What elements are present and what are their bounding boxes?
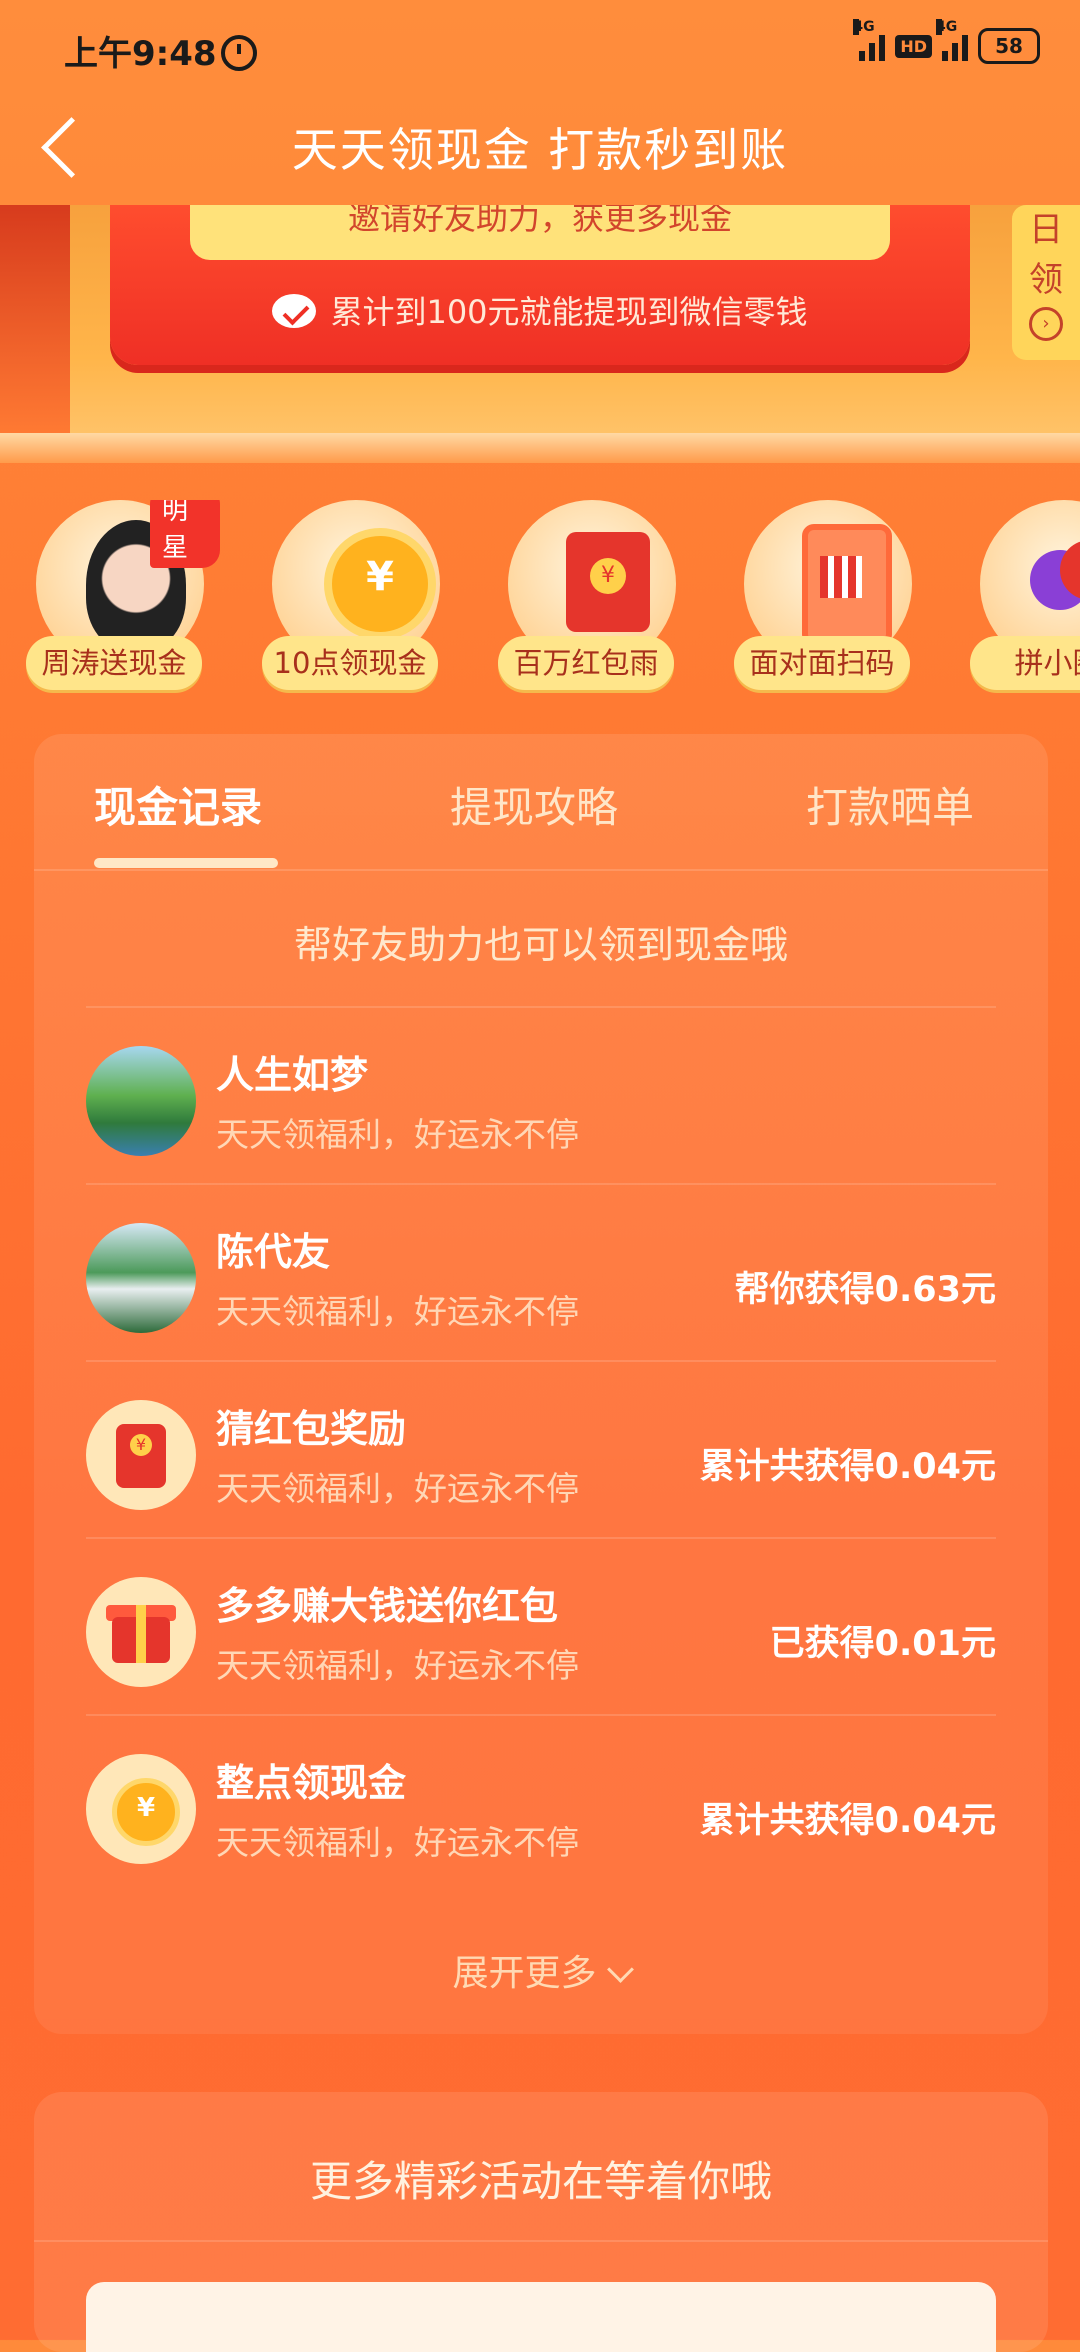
active-tab-indicator	[94, 858, 278, 868]
help-friends-hint: 帮好友助力也可以领到现金哦	[293, 923, 788, 967]
shortcut-face-to-face-scan[interactable]: 面对面扫码	[728, 500, 928, 700]
tab-cash-records[interactable]: 现金记录	[94, 774, 262, 835]
list-item[interactable]: 猜红包奖励 天天领福利，好运永不停 累计共获得0.04元	[86, 1360, 996, 1537]
hd-badge: HD	[895, 34, 932, 58]
network-label-1: 4G	[853, 19, 875, 35]
shortcut-label: 周涛送现金	[26, 636, 202, 690]
withdraw-note: 累计到100元就能提现到微信零钱	[110, 287, 970, 333]
star-badge: 明星	[150, 500, 220, 568]
gift-box-icon	[86, 1577, 196, 1687]
record-amount: 已获得0.01元	[769, 1624, 996, 1664]
record-title: 人生如梦	[216, 1053, 369, 1097]
withdraw-card[interactable]: 邀请好友助力，获更多现金 累计到100元就能提现到微信零钱	[110, 199, 970, 365]
signal-icon: 4G	[853, 19, 886, 61]
expand-more-label: 展开更多	[452, 1953, 597, 1994]
expand-more-button[interactable]: 展开更多	[34, 1944, 1048, 1996]
shortcut-celebrity-cash[interactable]: 明星 周涛送现金	[20, 500, 220, 700]
shortcut-label: 百万红包雨	[498, 636, 674, 690]
qr-phone-icon	[802, 524, 892, 646]
record-subtitle: 天天领福利，好运永不停	[216, 1823, 579, 1862]
invite-button[interactable]: 邀请好友助力，获更多现金	[190, 199, 890, 260]
chevron-right-icon: ›	[1029, 307, 1063, 341]
shortcut-pin-circle[interactable]: 拼小圈	[964, 500, 1080, 700]
chevron-down-icon	[606, 1956, 634, 1983]
shortcut-row: 明星 周涛送现金 ¥ 10点领现金 ¥ 百万红包雨 面对面扫码 拼小圈	[20, 500, 1080, 700]
withdraw-note-text: 累计到100元就能提现到微信零钱	[330, 293, 808, 331]
banner-decoration	[0, 205, 70, 435]
record-amount: 帮你获得0.63元	[734, 1270, 996, 1310]
record-amount: 累计共获得0.04元	[699, 1447, 996, 1487]
header: 天天领现金 打款秒到账	[0, 100, 1080, 205]
divider	[34, 2240, 1048, 2242]
shortcut-label: 面对面扫码	[734, 636, 910, 690]
landscape-avatar-icon	[86, 1046, 196, 1156]
cash-record-card: 现金记录 提现攻略 打款晒单 帮好友助力也可以领到现金哦 人生如梦 天天领福利，…	[34, 734, 1048, 2034]
tab-payout-showcase[interactable]: 打款晒单	[806, 774, 974, 835]
tab-bar: 现金记录 提现攻略 打款晒单	[34, 734, 1048, 871]
network-label-2: 4G	[936, 19, 958, 35]
list-item[interactable]: 陈代友 天天领福利，好运永不停 帮你获得0.63元	[86, 1183, 996, 1360]
daily-tag-char-2: 领	[1029, 260, 1063, 300]
record-subtitle: 天天领福利，好运永不停	[216, 1469, 579, 1508]
shortcut-red-envelope-rain[interactable]: ¥ 百万红包雨	[492, 500, 692, 700]
banner-stage	[0, 433, 1080, 463]
tab-withdraw-guide[interactable]: 提现攻略	[450, 774, 618, 835]
shortcut-label: 10点领现金	[262, 636, 438, 690]
top-bar: 上午9:48 4G HD 4G 58 天天领现金 打款秒到账	[0, 0, 1080, 205]
daily-claim-tab[interactable]: 日 领 ›	[1012, 205, 1080, 360]
status-indicators: 4G HD 4G 58	[853, 19, 1040, 64]
red-envelope-icon	[86, 1400, 196, 1510]
record-list: 人生如梦 天天领福利，好运永不停 陈代友 天天领福利，好运永不停 帮你获得0.6…	[86, 1006, 996, 1891]
record-subtitle: 天天领福利，好运永不停	[216, 1115, 579, 1154]
shortcut-10am-cash[interactable]: ¥ 10点领现金	[256, 500, 456, 700]
alarm-status-icon	[221, 35, 257, 71]
record-amount: 累计共获得0.04元	[699, 1801, 996, 1841]
list-item[interactable]: 人生如梦 天天领福利，好运永不停	[86, 1006, 996, 1183]
status-time: 上午9:48	[64, 34, 217, 74]
status-bar: 上午9:48 4G HD 4G 58	[0, 0, 1080, 100]
more-activities-title: 更多精彩活动在等着你哦	[309, 2157, 772, 2206]
alarm-clock-icon: ¥	[324, 528, 436, 640]
red-envelope-icon: ¥	[566, 532, 650, 632]
record-subtitle: 天天领福利，好运永不停	[216, 1292, 579, 1331]
page-title: 天天领现金 打款秒到账	[291, 123, 789, 177]
record-title: 陈代友	[216, 1230, 331, 1274]
banner: 邀请好友助力，获更多现金 累计到100元就能提现到微信零钱 日 领 ›	[0, 199, 1080, 463]
wechat-pay-icon	[272, 294, 317, 328]
record-title: 猜红包奖励	[216, 1407, 407, 1451]
circle-bubbles-icon	[1030, 540, 1080, 620]
list-item[interactable]: 整点领现金 天天领福利，好运永不停 累计共获得0.04元	[86, 1714, 996, 1891]
battery-icon: 58	[978, 28, 1040, 64]
waterfall-avatar-icon	[86, 1223, 196, 1333]
shortcut-label: 拼小圈	[970, 636, 1080, 690]
record-title: 整点领现金	[216, 1761, 407, 1805]
alarm-clock-icon	[86, 1754, 196, 1864]
more-activities-card: 更多精彩活动在等着你哦	[34, 2092, 1048, 2352]
list-item[interactable]: 多多赚大钱送你红包 天天领福利，好运永不停 已获得0.01元	[86, 1537, 996, 1714]
record-subtitle: 天天领福利，好运永不停	[216, 1646, 579, 1685]
activity-banner[interactable]	[86, 2282, 996, 2352]
daily-tag-char-1: 日	[1029, 210, 1063, 250]
signal-icon-2: 4G	[936, 19, 968, 61]
record-title: 多多赚大钱送你红包	[216, 1584, 559, 1628]
